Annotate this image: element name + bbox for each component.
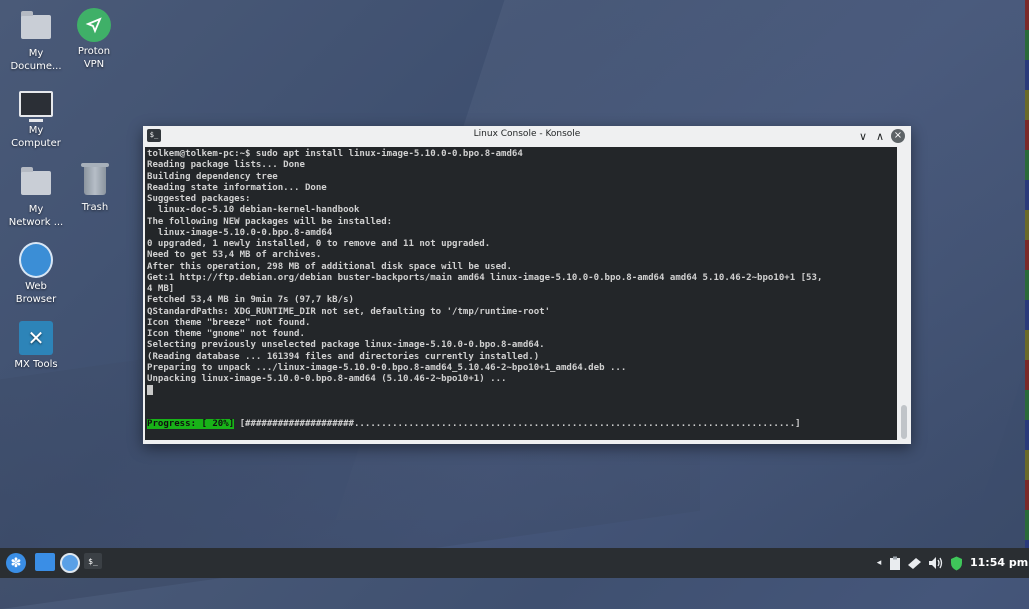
desktop-icon-label: My Network ... — [8, 204, 64, 228]
konsole-window[interactable]: $_ Linux Console - Konsole ∨ ∧ × tolkem@… — [143, 126, 911, 444]
desktop-icon-label: MX Tools — [14, 359, 58, 370]
window-titlebar[interactable]: $_ Linux Console - Konsole ∨ ∧ × — [143, 126, 911, 146]
terminal-area[interactable]: tolkem@tolkem-pc:~$ sudo apt install lin… — [145, 147, 897, 440]
network-icon[interactable] — [906, 553, 924, 573]
terminal-line: Building dependency tree — [147, 171, 278, 182]
terminal-scrollbar[interactable] — [899, 147, 909, 440]
terminal-cursor-line — [147, 385, 897, 397]
web-browser-launcher-icon[interactable] — [60, 553, 80, 573]
mx-tools-icon: ✕ — [19, 321, 53, 355]
terminal-line: Suggested packages: — [147, 194, 251, 204]
start-menu-button[interactable]: ✽ — [6, 553, 26, 573]
terminal-line: 0 upgraded, 1 newly installed, 0 to remo… — [147, 239, 491, 249]
progress-label: Progress: [ 20%] — [147, 419, 235, 429]
desktop-icon-web-browser[interactable]: Web Browser — [5, 242, 67, 306]
desktop-icon-label: My Docume... — [10, 48, 62, 72]
terminal-line: Preparing to unpack .../linux-image-5.10… — [147, 362, 627, 373]
terminal-line: Need to get 53,4 MB of archives. — [147, 250, 322, 261]
desktop-icon-my-network[interactable]: My Network ... — [5, 166, 67, 229]
konsole-task-button[interactable]: $_ — [84, 553, 102, 569]
computer-icon — [19, 87, 53, 122]
desktop-icon-mx-tools[interactable]: ✕ MX Tools — [5, 321, 67, 371]
terminal-line: Reading package lists... Done — [147, 160, 305, 171]
desktop-icon-label: Trash — [81, 202, 109, 213]
desktop-icon-label: Proton VPN — [77, 46, 111, 70]
web-browser-icon — [19, 242, 53, 278]
terminal-line: linux-doc-5.10 debian-kernel-handbook — [147, 205, 360, 216]
taskbar: ✽ $_ ◂ 11:54 pm — [0, 548, 1029, 578]
maximize-button[interactable]: ∧ — [872, 128, 888, 144]
tray-expand-arrow-icon[interactable]: ◂ — [874, 553, 884, 573]
terminal-line: Icon theme "gnome" not found. — [147, 329, 305, 339]
desktop-icon-proton-vpn[interactable]: Proton VPN — [63, 8, 125, 71]
terminal-line: linux-image-5.10.0-0.bpo.8-amd64 — [147, 227, 333, 238]
close-button[interactable]: × — [891, 129, 905, 143]
clipboard-icon[interactable] — [887, 553, 903, 573]
terminal-line: (Reading database ... 161394 files and d… — [147, 351, 540, 362]
terminal-line: tolkem@tolkem-pc:~$ sudo apt install lin… — [147, 149, 523, 159]
minimize-button[interactable]: ∨ — [855, 128, 871, 144]
terminal-line: Icon theme "breeze" not found. — [147, 317, 311, 328]
desktop-icon-trash[interactable]: Trash — [64, 163, 126, 214]
terminal-line: QStandardPaths: XDG_RUNTIME_DIR not set,… — [147, 306, 551, 317]
trash-icon — [78, 163, 112, 198]
network-folder-icon — [19, 166, 53, 200]
terminal-line: Fetched 53,4 MB in 9min 7s (97,7 kB/s) — [147, 295, 354, 306]
proton-vpn-icon — [77, 8, 111, 42]
folder-icon — [19, 10, 53, 44]
clock[interactable]: 11:54 pm — [970, 556, 1028, 569]
terminal-output: tolkem@tolkem-pc:~$ sudo apt install lin… — [145, 147, 897, 397]
desktop-icon-my-documents[interactable]: My Docume... — [5, 10, 67, 73]
window-title: Linux Console - Konsole — [473, 129, 581, 139]
updater-shield-icon[interactable] — [948, 553, 964, 573]
desktop-icon-label: Web Browser — [15, 281, 57, 305]
file-manager-launcher-icon[interactable] — [35, 553, 55, 571]
progress-bar: [####################...................… — [234, 419, 801, 429]
desktop-icon-label: My Computer — [11, 125, 61, 149]
desktop-icon-my-computer[interactable]: My Computer — [5, 87, 67, 150]
scrollbar-thumb[interactable] — [901, 405, 907, 439]
terminal-line: The following NEW packages will be insta… — [147, 216, 393, 227]
terminal-line: Unpacking linux-image-5.10.0-0.bpo.8-amd… — [147, 374, 507, 384]
terminal-line: Selecting previously unselected package … — [147, 340, 545, 351]
terminal-line: Get:1 http://ftp.debian.org/debian buste… — [147, 272, 823, 283]
terminal-line: Reading state information... Done — [147, 182, 327, 193]
volume-icon[interactable] — [927, 553, 945, 573]
progress-line: Progress: [ 20%] [####################..… — [147, 419, 801, 430]
terminal-line: After this operation, 298 MB of addition… — [147, 261, 512, 272]
terminal-cursor — [147, 385, 153, 396]
terminal-line: 4 MB] — [147, 284, 175, 294]
screen-edge-strip — [1025, 0, 1029, 548]
